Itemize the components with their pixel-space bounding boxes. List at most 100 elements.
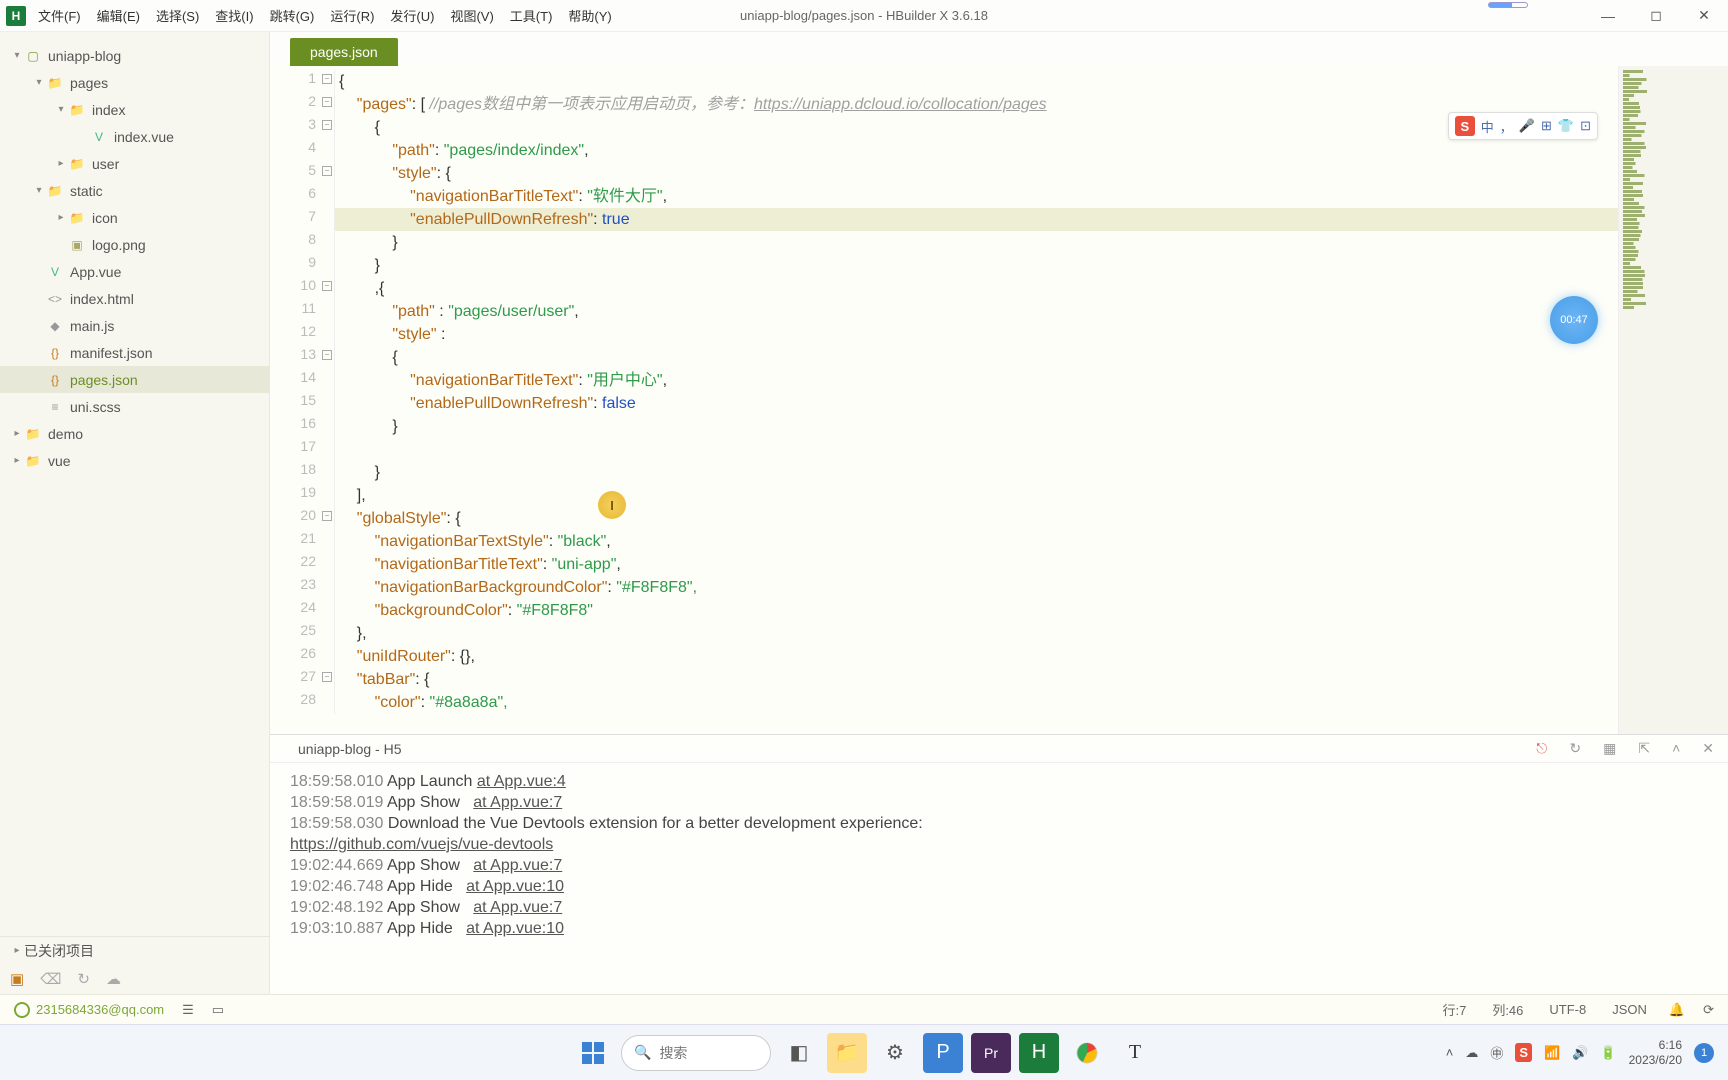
console-output[interactable]: 18:59:58.010 App Launch at App.vue:418:5…: [270, 763, 1728, 994]
code-line-16[interactable]: }: [334, 415, 1618, 438]
code-content[interactable]: { "pages": [ //pages数组中第一项表示应用启动页，参考：htt…: [334, 66, 1618, 734]
indent-icon[interactable]: ☰: [182, 1002, 194, 1018]
tray-sogou-icon[interactable]: S: [1515, 1043, 1532, 1062]
code-line-7[interactable]: "enablePullDownRefresh": true: [334, 208, 1618, 231]
menu-tools[interactable]: 工具(T): [504, 2, 559, 29]
ime-lang[interactable]: 中: [1481, 117, 1494, 136]
code-line-1[interactable]: {: [334, 70, 1618, 93]
menu-select[interactable]: 选择(S): [150, 2, 205, 29]
tree-item-manifest-json[interactable]: {}manifest.json: [0, 339, 269, 366]
language-mode[interactable]: JSON: [1608, 1002, 1651, 1017]
code-line-10[interactable]: ,{: [334, 277, 1618, 300]
tab-pages-json[interactable]: pages.json: [290, 38, 398, 66]
code-line-24[interactable]: "backgroundColor": "#F8F8F8": [334, 599, 1618, 622]
cloud-icon[interactable]: ☁: [106, 970, 121, 988]
fold-toggle[interactable]: −: [322, 281, 332, 291]
maximize-button[interactable]: ◻: [1632, 0, 1680, 32]
console-link[interactable]: at App.vue:10: [466, 878, 564, 895]
code-line-20[interactable]: "globalStyle": {: [334, 507, 1618, 530]
menu-help[interactable]: 帮助(Y): [562, 2, 617, 29]
tree-item-logo-png[interactable]: ▣logo.png: [0, 231, 269, 258]
code-line-2[interactable]: "pages": [ //pages数组中第一项表示应用启动页，参考：https…: [334, 93, 1618, 116]
code-line-9[interactable]: }: [334, 254, 1618, 277]
mic-icon[interactable]: 🎤: [1519, 118, 1535, 134]
app-pr-icon[interactable]: Pr: [971, 1033, 1011, 1073]
code-line-3[interactable]: {: [334, 116, 1618, 139]
settings-icon[interactable]: ⚙: [875, 1033, 915, 1073]
code-line-25[interactable]: },: [334, 622, 1618, 645]
minimap[interactable]: [1618, 66, 1728, 734]
start-button[interactable]: [573, 1033, 613, 1073]
closed-projects-section[interactable]: ▸ 已关闭项目: [0, 936, 269, 964]
menu-publish[interactable]: 发行(U): [384, 2, 440, 29]
skin-icon[interactable]: 👕: [1558, 118, 1574, 134]
taskbar-clock[interactable]: 6:16 2023/6/20: [1629, 1038, 1682, 1068]
console-link[interactable]: at App.vue:10: [466, 920, 564, 937]
tray-onedrive-icon[interactable]: ☁: [1465, 1045, 1478, 1061]
close-console-icon[interactable]: ✕: [1702, 740, 1714, 757]
code-line-22[interactable]: "navigationBarTitleText": "uni-app",: [334, 553, 1618, 576]
tree-item-vue[interactable]: ▸📁vue: [0, 447, 269, 474]
notification-badge[interactable]: 1: [1694, 1043, 1714, 1063]
code-line-14[interactable]: "navigationBarTitleText": "用户中心",: [334, 369, 1618, 392]
timer-badge[interactable]: 00:47: [1550, 296, 1598, 344]
menu-edit[interactable]: 编辑(E): [91, 2, 146, 29]
app-p-icon[interactable]: P: [923, 1033, 963, 1073]
keyboard-icon[interactable]: ⊞: [1541, 118, 1552, 134]
user-account[interactable]: 2315684336@qq.com: [14, 1002, 164, 1018]
code-editor[interactable]: 1−2−3−45−678910−111213−14151617181920−21…: [270, 66, 1728, 734]
code-line-21[interactable]: "navigationBarTextStyle": "black",: [334, 530, 1618, 553]
taskbar-search[interactable]: 🔍 搜索: [621, 1035, 771, 1071]
terminal-icon[interactable]: ▣: [10, 970, 24, 988]
code-line-28[interactable]: "color": "#8a8a8a",: [334, 691, 1618, 714]
fold-toggle[interactable]: −: [322, 672, 332, 682]
code-line-19[interactable]: ],: [334, 484, 1618, 507]
encoding[interactable]: UTF-8: [1545, 1002, 1590, 1017]
grid-icon[interactable]: ⊡: [1580, 118, 1591, 134]
code-line-5[interactable]: "style": {: [334, 162, 1618, 185]
code-line-27[interactable]: "tabBar": {: [334, 668, 1618, 691]
tray-battery-icon[interactable]: 🔋: [1600, 1045, 1616, 1061]
panel-icon[interactable]: ▭: [212, 1002, 224, 1018]
menu-file[interactable]: 文件(F): [32, 2, 87, 29]
refresh-icon[interactable]: ↻: [77, 970, 90, 988]
console-link[interactable]: at App.vue:7: [473, 899, 562, 916]
chrome-icon[interactable]: [1067, 1033, 1107, 1073]
code-line-13[interactable]: {: [334, 346, 1618, 369]
menu-find[interactable]: 查找(I): [209, 2, 259, 29]
code-line-15[interactable]: "enablePullDownRefresh": false: [334, 392, 1618, 415]
tree-item-icon[interactable]: ▸📁icon: [0, 204, 269, 231]
tree-item-pages[interactable]: ▾📁pages: [0, 69, 269, 96]
code-line-6[interactable]: "navigationBarTitleText": "软件大厅",: [334, 185, 1618, 208]
close-button[interactable]: ✕: [1680, 0, 1728, 32]
code-line-18[interactable]: }: [334, 461, 1618, 484]
tree-item-main-js[interactable]: ◆main.js: [0, 312, 269, 339]
cursor-col[interactable]: 列:46: [1488, 1000, 1527, 1019]
stop-icon[interactable]: ⎋: [1536, 740, 1547, 757]
fold-toggle[interactable]: −: [322, 74, 332, 84]
fold-toggle[interactable]: −: [322, 120, 332, 130]
hbuilder-icon[interactable]: H: [1019, 1033, 1059, 1073]
fold-toggle[interactable]: −: [322, 97, 332, 107]
menu-run[interactable]: 运行(R): [324, 2, 380, 29]
task-view-icon[interactable]: ◧: [779, 1033, 819, 1073]
tray-wifi-icon[interactable]: 📶: [1544, 1045, 1560, 1061]
tree-item-uni-scss[interactable]: ≡uni.scss: [0, 393, 269, 420]
code-line-12[interactable]: "style" :: [334, 323, 1618, 346]
tray-chevron-icon[interactable]: ˄: [1446, 1045, 1454, 1060]
tree-item-pages-json[interactable]: {}pages.json: [0, 366, 269, 393]
tray-volume-icon[interactable]: 🔊: [1572, 1045, 1588, 1061]
tree-item-demo[interactable]: ▸📁demo: [0, 420, 269, 447]
menu-goto[interactable]: 跳转(G): [264, 2, 321, 29]
code-line-8[interactable]: }: [334, 231, 1618, 254]
tree-item-static[interactable]: ▾📁static: [0, 177, 269, 204]
minimize-button[interactable]: —: [1584, 0, 1632, 32]
console-link[interactable]: https://github.com/vuejs/vue-devtools: [290, 836, 553, 853]
explorer-icon[interactable]: 📁: [827, 1033, 867, 1073]
code-line-23[interactable]: "navigationBarBackgroundColor": "#F8F8F8…: [334, 576, 1618, 599]
code-line-4[interactable]: "path": "pages/index/index",: [334, 139, 1618, 162]
grid-icon[interactable]: ▦: [1603, 740, 1616, 757]
console-link[interactable]: at App.vue:7: [473, 794, 562, 811]
bug-icon[interactable]: ⌫: [40, 970, 61, 988]
cursor-line[interactable]: 行:7: [1438, 1000, 1470, 1019]
